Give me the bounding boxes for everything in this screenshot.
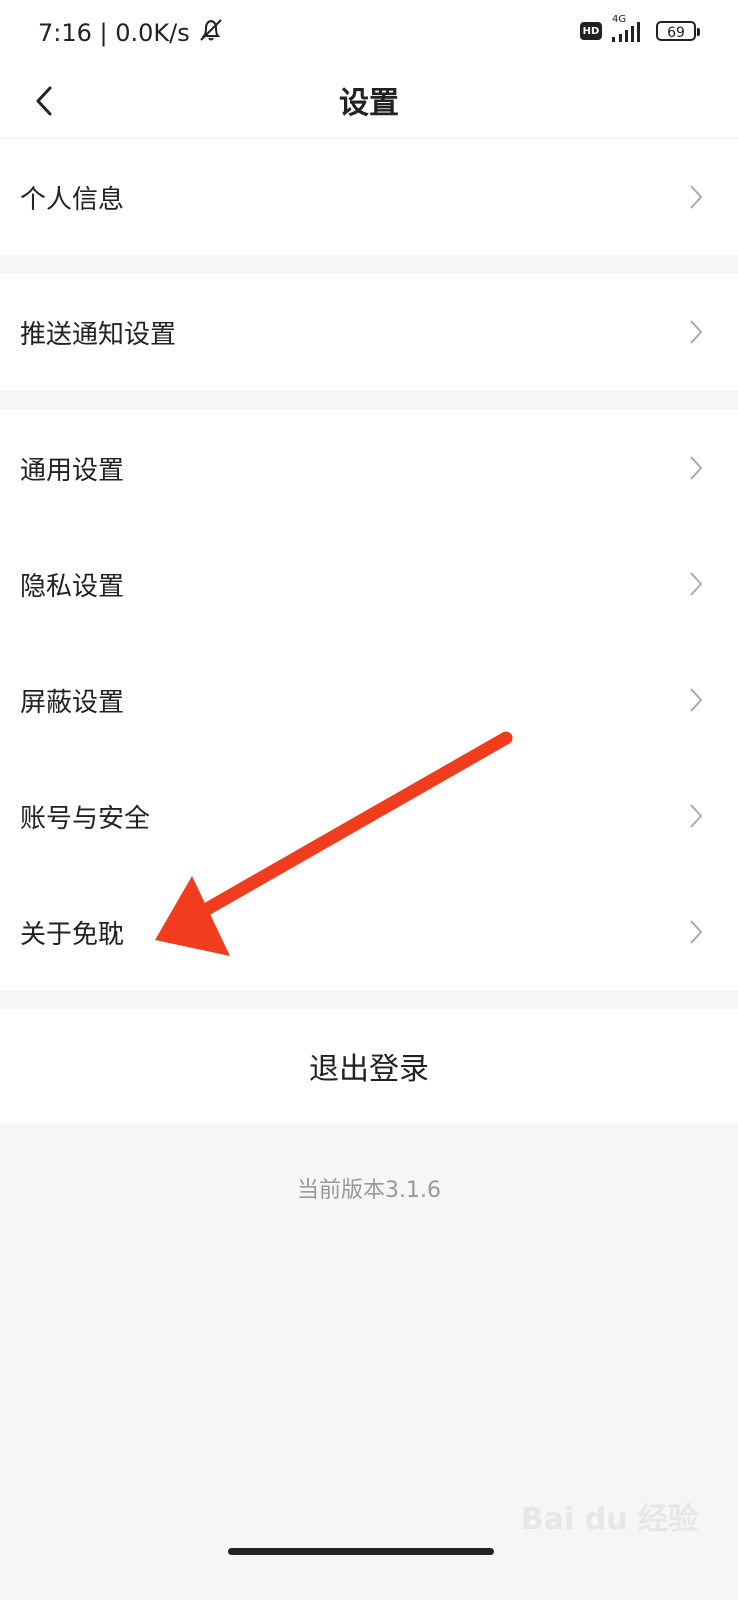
home-indicator[interactable] bbox=[228, 1548, 494, 1555]
annotation-arrow bbox=[155, 731, 513, 956]
